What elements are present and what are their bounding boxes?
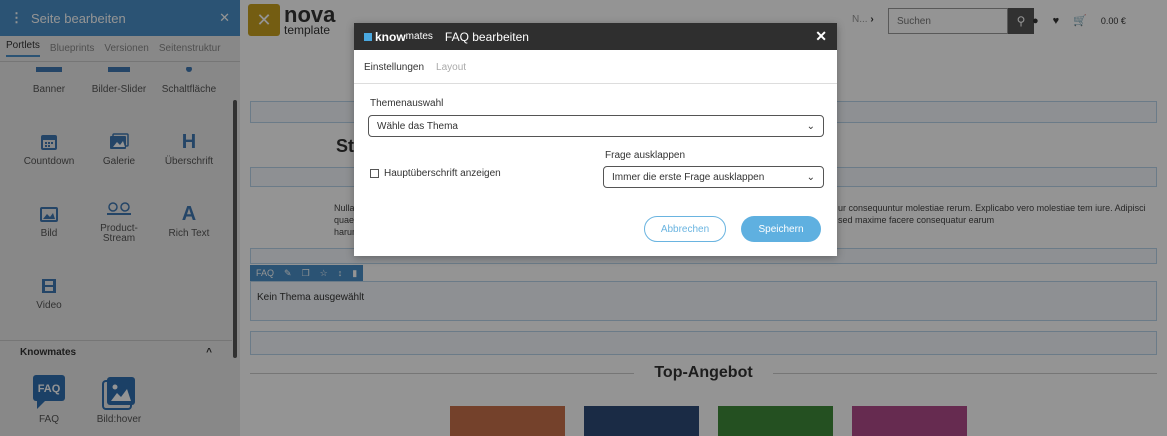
theme-select[interactable]: Wähle das Thema ⌄	[368, 115, 824, 137]
checkbox-icon[interactable]	[370, 169, 379, 178]
faq-edit-dialog: know mates FAQ bearbeiten ✕ Einstellunge…	[354, 23, 837, 256]
close-icon[interactable]: ✕	[815, 28, 827, 45]
dialog-title: FAQ bearbeiten	[444, 29, 529, 44]
chevron-down-icon: ⌄	[806, 120, 815, 132]
expand-select-value: Immer die erste Frage ausklappen	[612, 171, 765, 183]
expand-select[interactable]: Immer die erste Frage ausklappen ⌄	[603, 166, 824, 188]
main-heading-checkbox[interactable]: Hauptüberschrift anzeigen	[370, 168, 501, 179]
tab-layout[interactable]: Layout	[436, 62, 466, 83]
cancel-button[interactable]: Abbrechen	[644, 216, 726, 242]
brand-light: mates	[405, 31, 433, 42]
theme-select-value: Wähle das Thema	[377, 120, 458, 132]
dialog-tabs: Einstellungen Layout	[354, 50, 837, 84]
chevron-down-icon: ⌄	[806, 171, 815, 183]
dialog-header: know mates FAQ bearbeiten ✕	[354, 23, 837, 50]
tab-einstellungen[interactable]: Einstellungen	[364, 62, 424, 83]
logo-square-icon	[364, 32, 372, 41]
expand-label: Frage ausklappen	[605, 150, 686, 161]
brand-bold: know	[375, 29, 406, 44]
knowmates-logo: know mates	[364, 30, 433, 44]
checkbox-label: Hauptüberschrift anzeigen	[384, 168, 501, 179]
save-button[interactable]: Speichern	[741, 216, 821, 242]
theme-label: Themenauswahl	[370, 98, 444, 109]
